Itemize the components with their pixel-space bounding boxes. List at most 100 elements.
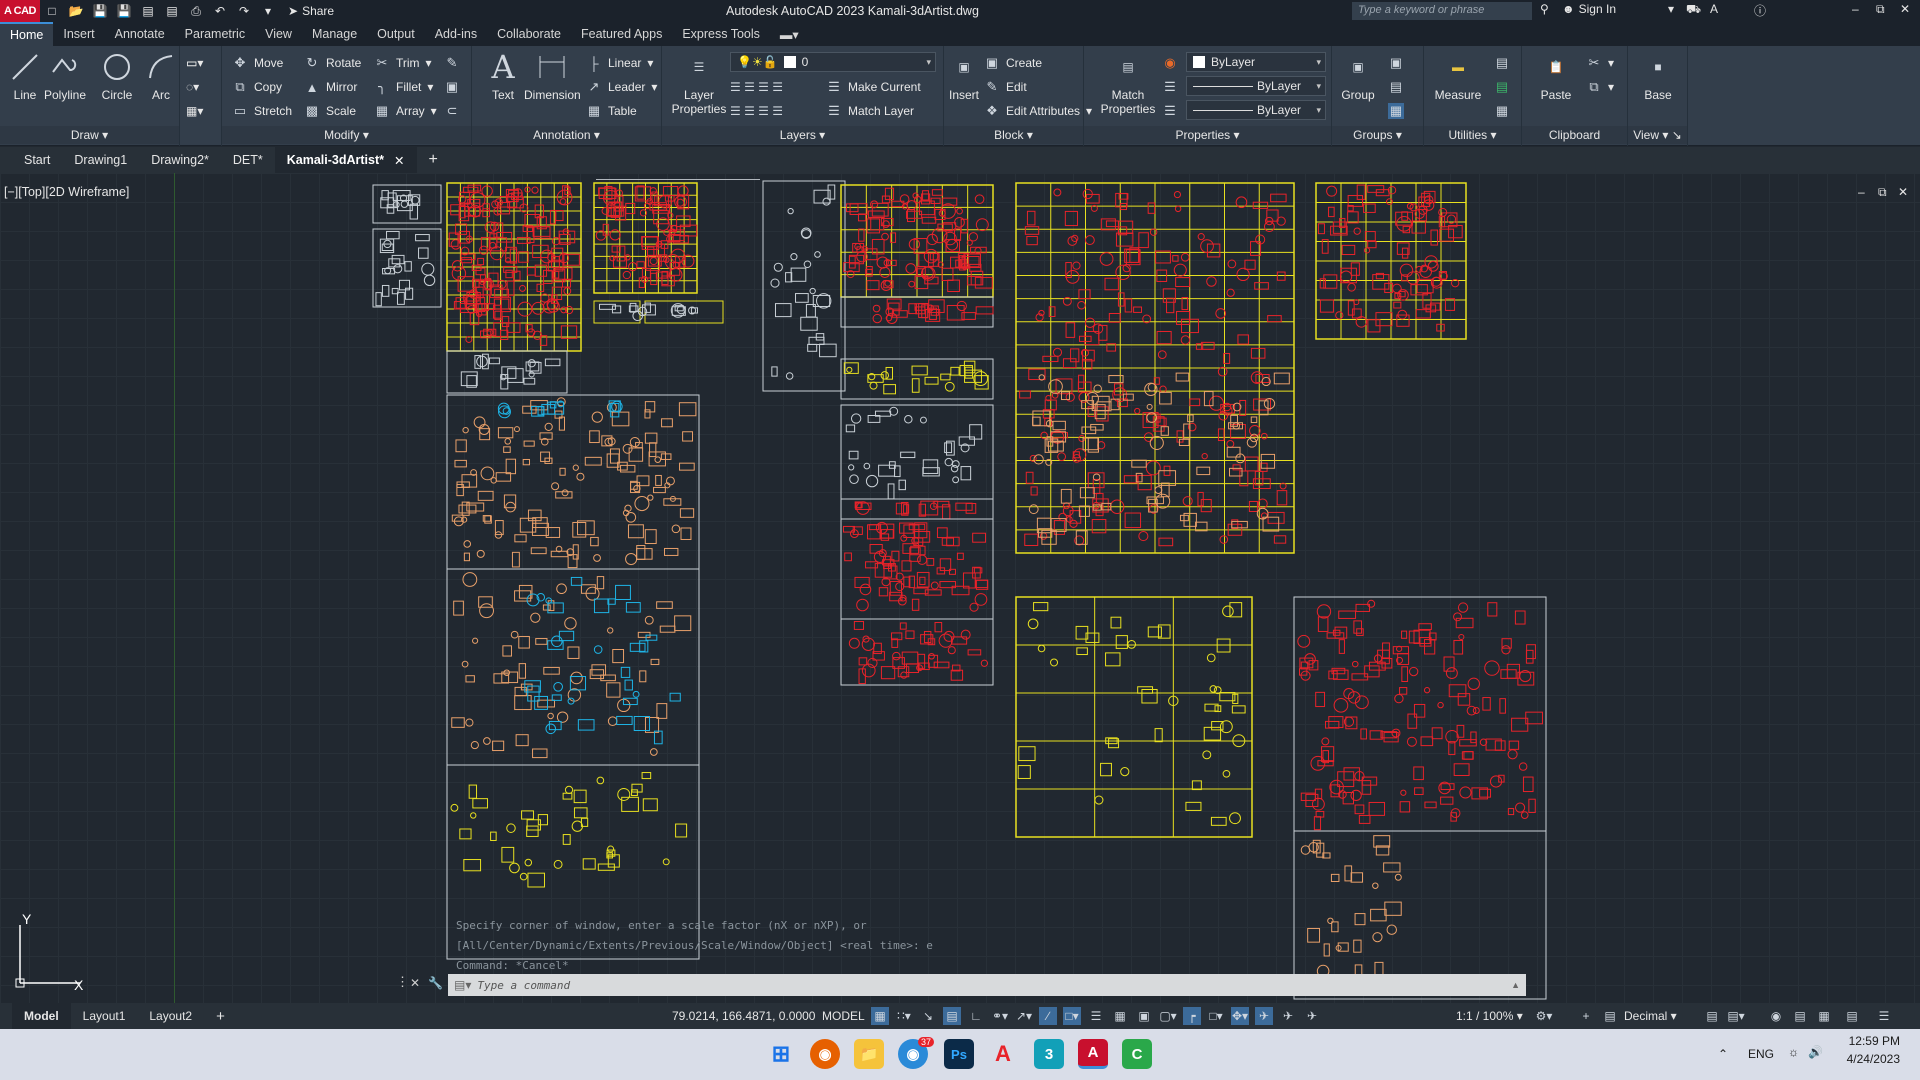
sign-in-button[interactable]: ☻ Sign In bbox=[1562, 2, 1616, 16]
close-tab-icon[interactable]: ✕ bbox=[394, 153, 404, 168]
infer-icon[interactable]: ↘ bbox=[919, 1007, 937, 1025]
photoshop-icon[interactable]: Ps bbox=[944, 1039, 974, 1069]
create-block-button[interactable]: ▣ Create bbox=[984, 52, 1042, 74]
clock-time[interactable]: 12:59 PM bbox=[1836, 1034, 1900, 1048]
rectangle-icon[interactable]: ▭▾ bbox=[186, 52, 203, 74]
text-button[interactable]: A Text bbox=[486, 50, 520, 102]
annotation-scale-dropdown[interactable]: 1:1 / 100% ▾ bbox=[1456, 1009, 1523, 1023]
base-button[interactable]: ■ Base bbox=[1638, 50, 1678, 102]
cart-icon[interactable]: ⛟ bbox=[1686, 2, 1701, 18]
circle-button[interactable]: Circle bbox=[100, 50, 134, 102]
view-panel-title[interactable]: View ▾ ↘ bbox=[1628, 126, 1687, 144]
tab-featured-apps[interactable]: Featured Apps bbox=[571, 22, 672, 46]
signin-dropdown-icon[interactable]: ▾ bbox=[1668, 2, 1674, 16]
new-file-icon[interactable]: □ bbox=[43, 3, 61, 19]
layer-properties-button[interactable]: ☰ Layer Properties bbox=[666, 50, 732, 116]
plot-icon[interactable]: ⎙ bbox=[187, 3, 205, 19]
coordinates-readout[interactable]: 79.0214, 166.4871, 0.0000 bbox=[672, 1009, 815, 1023]
layer-tools-row2[interactable]: ☰ ☰ ☰ ☰ bbox=[730, 100, 783, 122]
annotation-panel-title[interactable]: Annotation ▾ bbox=[472, 126, 661, 144]
isodraft-icon[interactable]: ↗▾ bbox=[1015, 1007, 1033, 1025]
file-explorer-icon[interactable]: 📁 bbox=[854, 1039, 884, 1069]
polyline-button[interactable]: Polyline bbox=[44, 50, 86, 102]
snap-icon[interactable]: ∷▾ bbox=[895, 1007, 913, 1025]
group-button[interactable]: ▣ Group bbox=[1338, 50, 1378, 102]
ribbon-options-icon[interactable]: ▬▾ bbox=[770, 22, 809, 46]
ungroup-icon[interactable]: ▣ bbox=[1388, 52, 1404, 74]
copy-clip-icon[interactable]: ⧉ ▾ bbox=[1586, 76, 1614, 98]
tab-express-tools[interactable]: Express Tools bbox=[672, 22, 770, 46]
minimize-icon[interactable]: – bbox=[1852, 2, 1859, 16]
tab-collaborate[interactable]: Collaborate bbox=[487, 22, 571, 46]
scale-button[interactable]: ▩ Scale bbox=[304, 100, 356, 122]
object-snap-icon[interactable]: □▾ bbox=[1063, 1007, 1081, 1025]
tab-insert[interactable]: Insert bbox=[53, 22, 104, 46]
object-snap-tracking-icon[interactable]: ∕ bbox=[1039, 1007, 1057, 1025]
add-layout-button[interactable]: + bbox=[204, 1003, 237, 1029]
command-line[interactable]: ▤▾ Type a command ▲ bbox=[448, 974, 1526, 996]
restore-icon[interactable]: ⧉ bbox=[1876, 2, 1885, 17]
stretch-button[interactable]: ▭ Stretch bbox=[232, 100, 292, 122]
undo-icon[interactable]: ↶ bbox=[211, 3, 229, 19]
selection-cycling-icon[interactable]: ▣ bbox=[1135, 1007, 1153, 1025]
drawing-viewport[interactable]: [−][Top][2D Wireframe] – ⧉ ✕ Y X bbox=[0, 173, 1920, 1003]
properties-panel-title[interactable]: Properties ▾ bbox=[1084, 126, 1331, 144]
transparency-icon[interactable]: ▦ bbox=[1111, 1007, 1129, 1025]
dynamic-input-icon[interactable]: ▤ bbox=[943, 1007, 961, 1025]
linear-button[interactable]: ├ Linear ▾ bbox=[586, 52, 653, 74]
isolate-objects-icon[interactable]: ◉ bbox=[1767, 1007, 1785, 1025]
camtasia-icon[interactable]: C bbox=[1122, 1039, 1152, 1069]
line-button[interactable]: Line bbox=[8, 50, 42, 102]
match-layer-button[interactable]: ☰ Match Layer bbox=[826, 100, 914, 122]
dynamic-ucs-icon[interactable]: ┍ bbox=[1183, 1007, 1201, 1025]
linetype-dropdown[interactable]: ByLayer ▾ bbox=[1186, 76, 1326, 96]
tab-add-ins[interactable]: Add-ins bbox=[425, 22, 487, 46]
leader-button[interactable]: ↗ Leader ▾ bbox=[586, 76, 658, 98]
customization-icon[interactable]: ☰ bbox=[1875, 1007, 1893, 1025]
quick-properties-icon[interactable]: ▤ bbox=[1703, 1007, 1721, 1025]
block-panel-title[interactable]: Block ▾ bbox=[944, 126, 1083, 144]
hardware-acceleration-icon[interactable]: ▤ bbox=[1791, 1007, 1809, 1025]
mirror-button[interactable]: ▲ Mirror bbox=[304, 76, 358, 98]
annotation-visibility-icon[interactable]: ✈ bbox=[1255, 1007, 1273, 1025]
ortho-icon[interactable]: ∟ bbox=[967, 1007, 985, 1025]
color-wheel-icon[interactable]: ◉ bbox=[1162, 52, 1178, 74]
workspace-gear-icon[interactable]: ⚙▾ bbox=[1535, 1007, 1553, 1025]
annotation-monitor-icon[interactable]: + bbox=[1577, 1007, 1595, 1025]
fillet-button[interactable]: ╮ Fillet ▾ bbox=[374, 76, 433, 98]
customize-qat-icon[interactable]: ▾ bbox=[259, 3, 277, 19]
auto-scale-icon[interactable]: ✈ bbox=[1279, 1007, 1297, 1025]
redo-icon[interactable]: ↷ bbox=[235, 3, 253, 19]
selection-filter-icon[interactable]: □▾ bbox=[1207, 1007, 1225, 1025]
clock-date[interactable]: 4/24/2023 bbox=[1836, 1052, 1900, 1066]
file-tab-kamali[interactable]: Kamali-3dArtist* ✕ bbox=[274, 147, 417, 173]
modify-panel-title[interactable]: Modify ▾ bbox=[222, 126, 471, 144]
open-folder-icon[interactable]: 📂 bbox=[67, 3, 85, 19]
array-button[interactable]: ▦ Array ▾ bbox=[374, 100, 437, 122]
annotation-scale-icon[interactable]: ✈ bbox=[1303, 1007, 1321, 1025]
autocad-taskbar-icon[interactable]: A bbox=[1078, 1039, 1108, 1069]
layers-panel-title[interactable]: Layers ▾ bbox=[662, 126, 943, 144]
windows-start-icon[interactable]: ⊞ bbox=[766, 1039, 796, 1069]
volume-icon[interactable]: 🔊 bbox=[1808, 1045, 1823, 1059]
polar-icon[interactable]: ⚭▾ bbox=[991, 1007, 1009, 1025]
save-as-icon[interactable]: 💾 bbox=[115, 3, 133, 19]
save-web-icon[interactable]: ▤ bbox=[163, 3, 181, 19]
units-icon[interactable]: ▤ bbox=[1601, 1007, 1619, 1025]
graphics-performance-icon[interactable]: ▤ bbox=[1843, 1007, 1861, 1025]
groups-panel-title[interactable]: Groups ▾ bbox=[1332, 126, 1423, 144]
file-tab-drawing2[interactable]: Drawing2* bbox=[139, 147, 221, 173]
share-button[interactable]: ➤ Share bbox=[288, 4, 334, 18]
command-input[interactable]: Type a command bbox=[477, 979, 570, 992]
file-tab-det[interactable]: DET* bbox=[221, 147, 275, 173]
language-indicator[interactable]: ENG bbox=[1748, 1047, 1774, 1061]
3dsmax-icon[interactable]: 3 bbox=[1034, 1039, 1064, 1069]
lineweight-icon[interactable]: ☰ bbox=[1162, 100, 1178, 122]
group-select-icon[interactable]: ▦ bbox=[1388, 100, 1404, 122]
dimension-button[interactable]: Dimension bbox=[524, 50, 581, 102]
gradient-icon[interactable]: ▦▾ bbox=[186, 100, 203, 122]
explode-icon[interactable]: ▣ bbox=[444, 76, 460, 98]
tab-view[interactable]: View bbox=[255, 22, 302, 46]
new-tab-button[interactable]: + bbox=[417, 147, 450, 173]
utilities-panel-title[interactable]: Utilities ▾ bbox=[1424, 126, 1521, 144]
